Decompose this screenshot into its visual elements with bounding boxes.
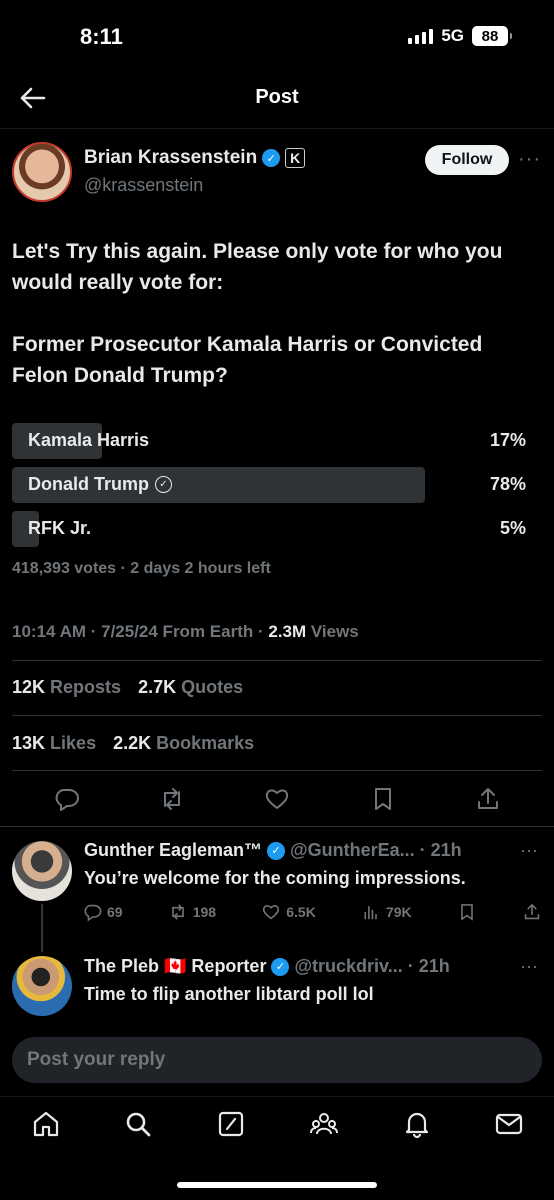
post-text-line: Let's Try this again. Please only vote f… (12, 240, 503, 294)
view-count[interactable]: 79K (361, 902, 412, 922)
reply-icon (84, 904, 102, 922)
communities-icon[interactable] (308, 1108, 340, 1140)
like-bookmark-stats: 13K Likes 2.2K Bookmarks (12, 733, 266, 754)
reply-avatar[interactable] (12, 841, 72, 901)
home-icon[interactable] (30, 1108, 62, 1140)
page-title: Post (255, 86, 299, 108)
like-count[interactable]: 6.5K (261, 902, 316, 922)
verified-badge-icon: ✓ (271, 957, 290, 976)
bookmark-icon[interactable] (369, 785, 397, 813)
bookmarks-label[interactable]: Bookmarks (156, 733, 254, 753)
likes-label[interactable]: Likes (50, 733, 96, 753)
verified-badge-icon: ✓ (267, 841, 286, 860)
status-time: 8:11 (80, 24, 123, 49)
notifications-bell-icon[interactable] (401, 1108, 433, 1140)
divider (12, 770, 542, 771)
reply-text: You’re welcome for the coming impression… (84, 868, 466, 888)
reply-handle: @truckdriv... (294, 956, 403, 976)
repost-quote-stats: 12K Reposts 2.7K Quotes (12, 677, 255, 698)
author-handle[interactable]: @krassenstein (84, 175, 203, 196)
poll-option-rfk: RFK Jr. 5% (12, 511, 542, 547)
reply-author-name: Gunther Eagleman™ (84, 840, 263, 860)
messages-mail-icon[interactable] (493, 1108, 525, 1140)
poll-option-harris: Kamala Harris 17% (12, 423, 542, 459)
poll-option-percent: 78% (489, 474, 526, 494)
share-icon[interactable] (522, 902, 542, 922)
views-chart-icon (364, 906, 377, 920)
poll-option-trump: Donald Trump ✓ 78% (12, 467, 542, 503)
more-options-icon[interactable]: ··· (518, 148, 541, 171)
home-indicator (177, 1182, 377, 1188)
reply-avatar[interactable] (12, 956, 72, 1016)
like-heart-icon[interactable] (263, 785, 291, 813)
reply-time: · 21h (407, 956, 450, 976)
post-timestamp-row: 10:14 AM · 7/25/24 From Earth · 2.3M Vie… (12, 622, 359, 642)
views-count[interactable]: 2.3M (268, 622, 306, 641)
status-indicators: 5G 88 (408, 26, 512, 46)
reposts-label[interactable]: Reposts (50, 677, 121, 697)
author-name-row[interactable]: Brian Krassenstein ✓ K (84, 147, 306, 169)
reply-header[interactable]: The Pleb 🇨🇦 Reporter ✓ @truckdriv... · 2… (84, 956, 450, 977)
author-name: Brian Krassenstein (84, 147, 258, 168)
poll-option-label: Donald Trump ✓ (28, 474, 172, 495)
reposts-count[interactable]: 12K (12, 677, 45, 697)
search-icon[interactable] (122, 1108, 154, 1140)
network-type: 5G (441, 26, 464, 45)
thread-line (41, 904, 43, 952)
check-circle-icon: ✓ (155, 476, 172, 493)
quotes-label[interactable]: Quotes (181, 677, 243, 697)
reply-count[interactable]: 69 (82, 902, 123, 922)
reply-icon[interactable] (52, 785, 80, 813)
header-divider (0, 128, 554, 129)
repost-icon (171, 904, 184, 920)
bookmarks-count[interactable]: 2.2K (113, 733, 151, 753)
poll-option-percent: 5% (499, 518, 526, 538)
verified-badge-icon: ✓ (262, 149, 281, 167)
author-avatar[interactable] (12, 142, 72, 202)
post-text: Let's Try this again. Please only vote f… (12, 236, 542, 391)
battery-icon: 88 (472, 26, 512, 46)
reply-header[interactable]: Gunther Eagleman™ ✓ @GuntherEa... · 21h (84, 840, 462, 861)
reply-actions: 69 198 6.5K 79K (82, 902, 542, 922)
reply-input[interactable]: Post your reply (12, 1037, 542, 1083)
likes-count[interactable]: 13K (12, 733, 45, 753)
more-options-icon[interactable]: ··· (520, 956, 538, 977)
share-icon[interactable] (474, 785, 502, 813)
repost-count[interactable]: 198 (168, 902, 216, 922)
follow-button[interactable]: Follow (425, 145, 509, 175)
reply-author-name: The Pleb 🇨🇦 Reporter (84, 956, 267, 976)
repost-icon[interactable] (158, 785, 186, 813)
bookmark-icon[interactable] (457, 902, 477, 922)
poll-option-label: Kamala Harris (28, 430, 150, 450)
reply-time: · 21h (419, 840, 462, 860)
poll-option-percent: 17% (489, 430, 526, 450)
grok-icon[interactable] (215, 1108, 247, 1140)
divider (12, 660, 542, 661)
quotes-count[interactable]: 2.7K (138, 677, 176, 697)
affiliate-k-icon: K (285, 148, 306, 168)
divider (0, 826, 554, 827)
more-options-icon[interactable]: ··· (520, 840, 538, 861)
post-timestamp: 10:14 AM · 7/25/24 From Earth · (12, 622, 269, 641)
signal-icon (408, 28, 434, 44)
like-heart-icon (263, 905, 280, 920)
views-label: Views (306, 622, 359, 641)
divider (12, 715, 542, 716)
post-text-line: Former Prosecutor Kamala Harris or Convi… (12, 333, 483, 387)
reply-text: Time to flip another libtard poll lol (84, 984, 374, 1004)
reply-handle: @GuntherEa... (290, 840, 415, 860)
poll-option-label: RFK Jr. (28, 518, 92, 538)
poll-meta: 418,393 votes · 2 days 2 hours left (12, 560, 271, 577)
